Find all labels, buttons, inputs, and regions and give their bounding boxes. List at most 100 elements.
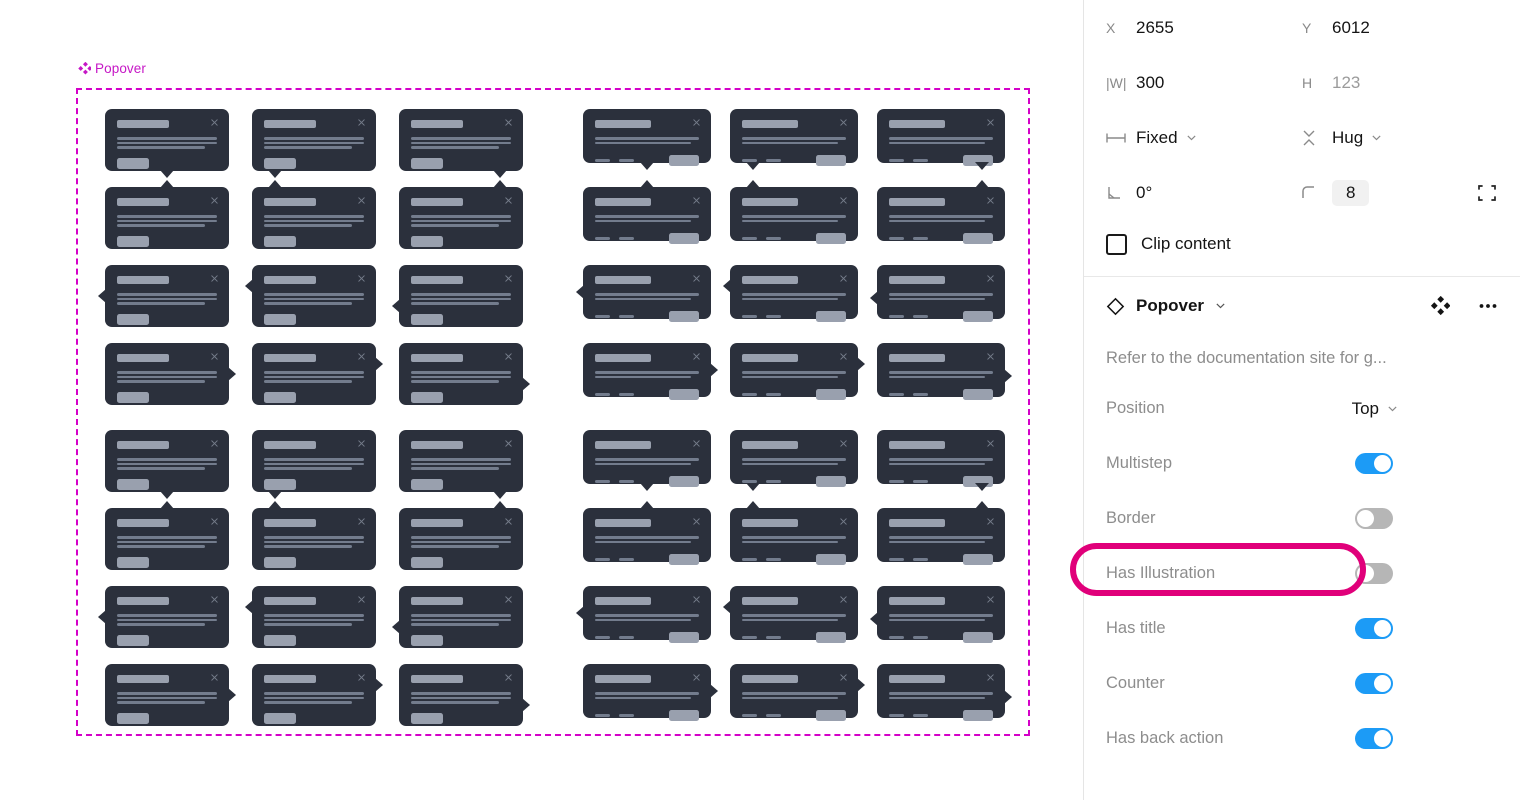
popover-action-button-placeholder[interactable]: [264, 235, 296, 247]
popover-action-button-placeholder[interactable]: [411, 391, 443, 403]
toggle-has-illustration[interactable]: [1355, 563, 1393, 584]
clip-content-checkbox[interactable]: [1106, 233, 1127, 255]
popover-action-button-placeholder[interactable]: [117, 235, 149, 247]
popover-variant[interactable]: [252, 343, 383, 405]
popover-variant[interactable]: [399, 180, 523, 249]
close-icon[interactable]: [986, 352, 995, 361]
popover-variant[interactable]: [877, 430, 1005, 491]
popover-action-button-placeholder[interactable]: [963, 554, 993, 565]
width-value[interactable]: 300: [1136, 73, 1164, 93]
y-value[interactable]: 6012: [1332, 18, 1370, 38]
popover-action-button-placeholder[interactable]: [264, 157, 296, 169]
close-icon[interactable]: [357, 673, 366, 682]
close-icon[interactable]: [504, 439, 513, 448]
close-icon[interactable]: [210, 274, 219, 283]
popover-action-button-placeholder[interactable]: [117, 313, 149, 325]
toggle-counter[interactable]: [1355, 673, 1393, 694]
x-field[interactable]: X 2655: [1106, 18, 1302, 38]
popover-variant[interactable]: [399, 664, 530, 726]
close-icon[interactable]: [504, 673, 513, 682]
popover-action-button-placeholder[interactable]: [669, 710, 699, 721]
popover-variant[interactable]: [392, 586, 523, 648]
popover-action-button-placeholder[interactable]: [264, 391, 296, 403]
close-icon[interactable]: [986, 517, 995, 526]
popover-action-button-placeholder[interactable]: [117, 556, 149, 568]
popover-variant[interactable]: [105, 109, 229, 178]
corner-radius-field[interactable]: 8: [1302, 179, 1498, 206]
close-icon[interactable]: [210, 196, 219, 205]
popover-variant[interactable]: [576, 586, 711, 643]
close-icon[interactable]: [986, 196, 995, 205]
popover-variant[interactable]: [105, 430, 229, 499]
popover-variant[interactable]: [105, 501, 229, 570]
close-icon[interactable]: [210, 439, 219, 448]
popover-variant[interactable]: [252, 501, 376, 570]
popover-action-button-placeholder[interactable]: [117, 391, 149, 403]
close-icon[interactable]: [692, 274, 701, 283]
popover-variant[interactable]: [576, 265, 711, 322]
popover-action-button-placeholder[interactable]: [117, 157, 149, 169]
popover-variant[interactable]: [252, 109, 376, 178]
popover-action-button-placeholder[interactable]: [816, 233, 846, 244]
close-icon[interactable]: [210, 595, 219, 604]
popover-action-button-placeholder[interactable]: [816, 476, 846, 487]
frame-label[interactable]: Popover: [78, 61, 146, 76]
popover-variant[interactable]: [392, 265, 523, 327]
popover-variant[interactable]: [252, 180, 376, 249]
close-icon[interactable]: [986, 274, 995, 283]
y-field[interactable]: Y 6012: [1302, 18, 1498, 38]
popover-variant[interactable]: [870, 265, 1005, 322]
popover-action-button-placeholder[interactable]: [411, 313, 443, 325]
popover-action-button-placeholder[interactable]: [963, 233, 993, 244]
independent-corners-icon[interactable]: [1476, 182, 1498, 204]
popover-action-button-placeholder[interactable]: [669, 155, 699, 166]
close-icon[interactable]: [357, 352, 366, 361]
popover-variant[interactable]: [730, 180, 858, 244]
component-instances-icon[interactable]: [1430, 296, 1450, 316]
popover-variant[interactable]: [723, 586, 858, 643]
close-icon[interactable]: [357, 118, 366, 127]
close-icon[interactable]: [504, 196, 513, 205]
popover-variant[interactable]: [730, 664, 865, 721]
popover-action-button-placeholder[interactable]: [816, 554, 846, 565]
horizontal-resize-select[interactable]: Fixed: [1136, 128, 1197, 148]
close-icon[interactable]: [357, 196, 366, 205]
rotation-field[interactable]: 0°: [1106, 183, 1302, 203]
popover-action-button-placeholder[interactable]: [411, 634, 443, 646]
close-icon[interactable]: [357, 274, 366, 283]
close-icon[interactable]: [210, 118, 219, 127]
popover-variant[interactable]: [730, 109, 858, 170]
toggle-has-back-action[interactable]: [1355, 728, 1393, 749]
popover-variant[interactable]: [730, 430, 858, 491]
popover-variant[interactable]: [583, 664, 718, 721]
popover-variant[interactable]: [583, 180, 711, 244]
popover-variant[interactable]: [245, 586, 376, 648]
popover-frame[interactable]: [76, 88, 1030, 736]
close-icon[interactable]: [692, 118, 701, 127]
popover-action-button-placeholder[interactable]: [963, 389, 993, 400]
popover-variant[interactable]: [252, 430, 376, 499]
popover-variant[interactable]: [583, 109, 711, 170]
popover-variant[interactable]: [399, 501, 523, 570]
popover-variant[interactable]: [877, 343, 1012, 400]
height-field[interactable]: H 123: [1302, 73, 1498, 93]
corner-radius-value[interactable]: 8: [1332, 179, 1370, 206]
close-icon[interactable]: [986, 118, 995, 127]
close-icon[interactable]: [839, 196, 848, 205]
popover-action-button-placeholder[interactable]: [264, 478, 296, 490]
close-icon[interactable]: [692, 517, 701, 526]
popover-variant[interactable]: [583, 343, 718, 400]
close-icon[interactable]: [986, 439, 995, 448]
popover-action-button-placeholder[interactable]: [264, 556, 296, 568]
close-icon[interactable]: [839, 352, 848, 361]
popover-variant[interactable]: [105, 343, 236, 405]
close-icon[interactable]: [357, 595, 366, 604]
popover-action-button-placeholder[interactable]: [411, 235, 443, 247]
toggle-border[interactable]: [1355, 508, 1393, 529]
close-icon[interactable]: [504, 118, 513, 127]
rotation-value[interactable]: 0°: [1136, 183, 1152, 203]
close-icon[interactable]: [692, 673, 701, 682]
popover-variant[interactable]: [730, 501, 858, 565]
vertical-resize-field[interactable]: Hug: [1302, 128, 1498, 148]
close-icon[interactable]: [504, 352, 513, 361]
